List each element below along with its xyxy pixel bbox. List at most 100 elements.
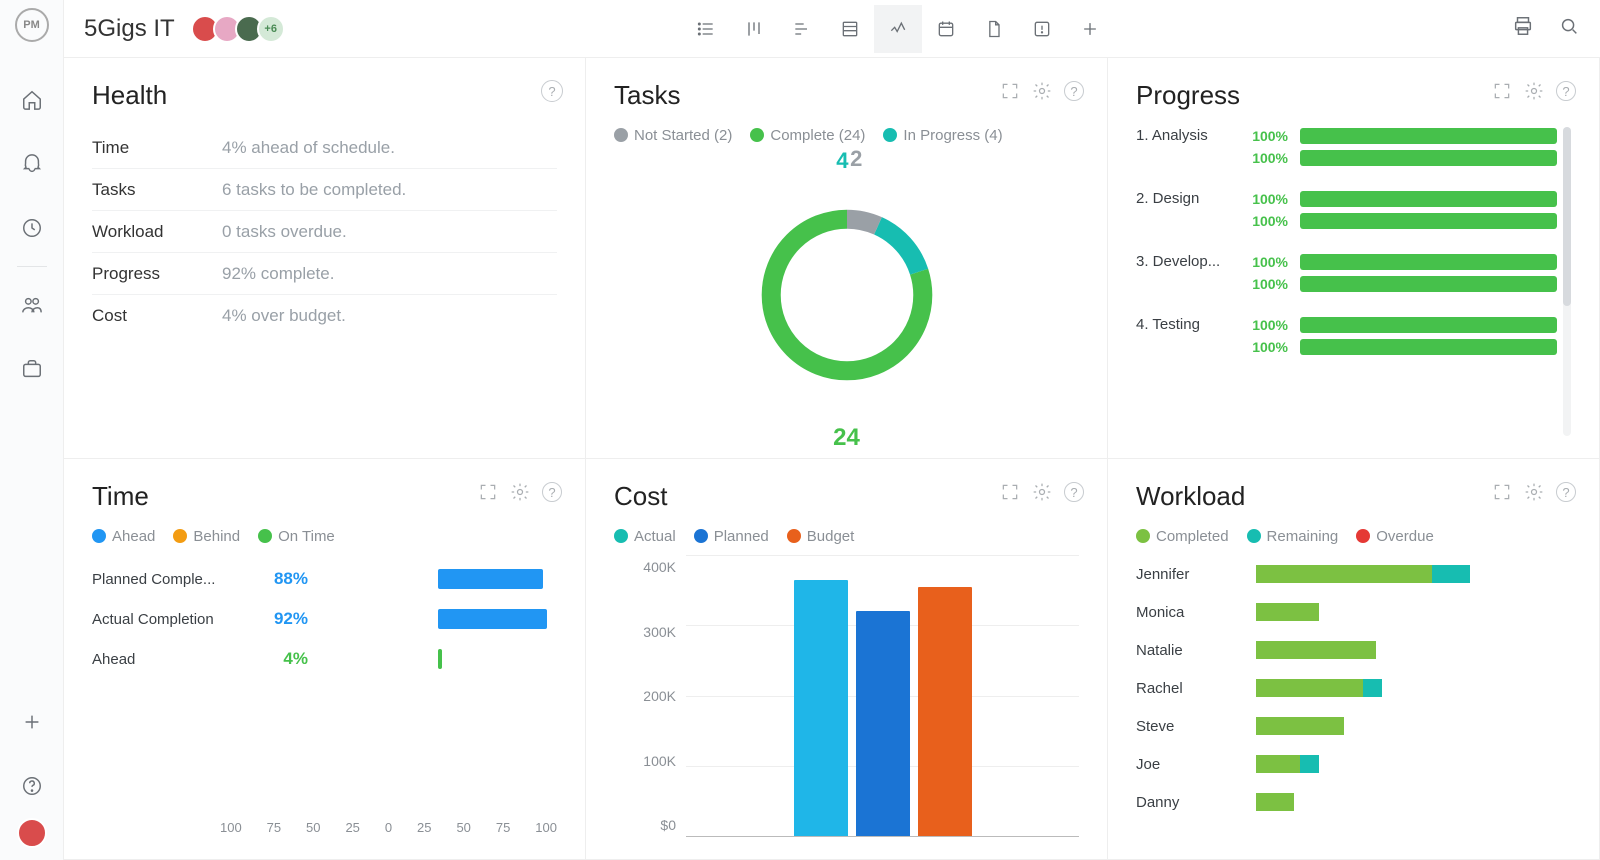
expand-icon[interactable]: [999, 80, 1021, 102]
nav-add-icon[interactable]: [14, 704, 50, 740]
health-key: Workload: [92, 222, 222, 242]
nav-recent-icon[interactable]: [14, 210, 50, 246]
view-calendar-icon[interactable]: [922, 5, 970, 53]
time-row: Ahead4%: [92, 639, 557, 679]
search-icon[interactable]: [1558, 15, 1580, 42]
progress-group: 4. Testing100% 100%: [1136, 316, 1557, 355]
legend-item: Planned: [694, 528, 769, 545]
legend-item: Budget: [787, 528, 855, 545]
card-health: Health ? Time4% ahead of schedule.Tasks6…: [64, 58, 586, 459]
help-icon[interactable]: ?: [1555, 481, 1577, 503]
health-key: Tasks: [92, 180, 222, 200]
donut-count-inprogress: 4: [836, 148, 848, 174]
project-title: 5Gigs IT: [84, 15, 175, 43]
progress-row: 3. Develop...100%: [1136, 253, 1557, 270]
health-key: Cost: [92, 306, 222, 326]
nav-people-icon[interactable]: [14, 287, 50, 323]
workload-row: Monica: [1136, 593, 1571, 631]
user-avatar[interactable]: [17, 818, 47, 848]
progress-row: 100%: [1136, 150, 1557, 166]
nav-portfolio-icon[interactable]: [14, 351, 50, 387]
card-tasks: Tasks ? Not Started (2)Complete (24)In P…: [585, 58, 1108, 459]
health-value: 4% ahead of schedule.: [222, 138, 395, 158]
gear-icon[interactable]: [1031, 80, 1053, 102]
cost-bar: [794, 580, 848, 836]
view-risks-icon[interactable]: [1018, 5, 1066, 53]
card-time: Time ? AheadBehindOn Time Planned Comple…: [64, 458, 586, 860]
view-sheet-icon[interactable]: [826, 5, 874, 53]
help-icon[interactable]: ?: [1555, 80, 1577, 102]
donut-count-complete: 24: [833, 424, 860, 452]
help-icon[interactable]: ?: [541, 481, 563, 503]
legend-item: Overdue: [1356, 528, 1434, 545]
view-dashboard-icon[interactable]: [874, 5, 922, 53]
progress-group: 1. Analysis100%100%: [1136, 127, 1557, 166]
member-avatars[interactable]: +6: [197, 15, 285, 43]
nav-notifications-icon[interactable]: [14, 146, 50, 182]
left-nav-rail: PM: [0, 0, 64, 860]
progress-group: 3. Develop...100% 100%: [1136, 253, 1557, 292]
help-icon[interactable]: ?: [541, 80, 563, 102]
card-progress: Progress ? 1. Analysis100%100%2. Design1…: [1107, 58, 1600, 459]
progress-row: 100%: [1136, 276, 1557, 292]
view-switcher: [303, 5, 1494, 53]
gear-icon[interactable]: [509, 481, 531, 503]
progress-group: 2. Design100% 100%: [1136, 190, 1557, 229]
health-row: Time4% ahead of schedule.: [92, 127, 557, 169]
cost-bar: [856, 611, 910, 836]
progress-row: 2. Design100%: [1136, 190, 1557, 207]
legend-item: Remaining: [1247, 528, 1339, 545]
view-files-icon[interactable]: [970, 5, 1018, 53]
progress-row: 4. Testing100%: [1136, 316, 1557, 333]
card-workload: Workload ? CompletedRemainingOverdue Jen…: [1107, 458, 1600, 860]
health-key: Progress: [92, 264, 222, 284]
workload-row: Joe: [1136, 745, 1571, 783]
nav-home-icon[interactable]: [14, 82, 50, 118]
expand-icon[interactable]: [477, 481, 499, 503]
legend-item: On Time: [258, 528, 335, 545]
help-icon[interactable]: ?: [1063, 80, 1085, 102]
view-gantt-icon[interactable]: [778, 5, 826, 53]
progress-row: 100%: [1136, 213, 1557, 229]
card-title: Health: [92, 80, 557, 111]
time-row: Actual Completion92%: [92, 599, 557, 639]
expand-icon[interactable]: [1491, 481, 1513, 503]
gear-icon[interactable]: [1031, 481, 1053, 503]
progress-body: 1. Analysis100%100%2. Design100%100%3. D…: [1136, 127, 1571, 436]
health-row: Tasks6 tasks to be completed.: [92, 169, 557, 211]
app-logo[interactable]: PM: [15, 8, 49, 42]
progress-row: 100%: [1136, 339, 1557, 355]
cost-legend: Actual Planned Budget: [614, 528, 1079, 545]
donut-count-notstarted: 2: [850, 146, 862, 172]
time-legend: AheadBehindOn Time: [92, 528, 557, 545]
legend-item: Completed: [1136, 528, 1229, 545]
print-icon[interactable]: [1512, 15, 1534, 42]
legend-item: Not Started (2): [614, 127, 732, 144]
legend-item: Actual: [614, 528, 676, 545]
workload-row: Steve: [1136, 707, 1571, 745]
view-add-icon[interactable]: [1066, 5, 1114, 53]
workload-row: Natalie: [1136, 631, 1571, 669]
expand-icon[interactable]: [1491, 80, 1513, 102]
legend-item: Complete (24): [750, 127, 865, 144]
expand-icon[interactable]: [999, 481, 1021, 503]
avatar-more[interactable]: +6: [257, 15, 285, 43]
dashboard-grid: Health ? Time4% ahead of schedule.Tasks6…: [64, 58, 1600, 860]
health-value: 92% complete.: [222, 264, 334, 284]
workload-row: Jennifer: [1136, 555, 1571, 593]
progress-scrollbar[interactable]: [1563, 127, 1571, 436]
time-row: Planned Comple...88%: [92, 559, 557, 599]
legend-item: Behind: [173, 528, 240, 545]
gear-icon[interactable]: [1523, 481, 1545, 503]
cost-bar: [918, 587, 972, 836]
card-cost: Cost ? ActualPlannedBudget 400K300K200K1…: [585, 458, 1108, 860]
tasks-legend: Not Started (2)Complete (24)In Progress …: [614, 127, 1079, 144]
nav-help-icon[interactable]: [14, 768, 50, 804]
health-value: 6 tasks to be completed.: [222, 180, 406, 200]
health-value: 4% over budget.: [222, 306, 346, 326]
help-icon[interactable]: ?: [1063, 481, 1085, 503]
view-board-icon[interactable]: [730, 5, 778, 53]
tasks-donut: 4 2 24: [614, 154, 1079, 436]
view-list-icon[interactable]: [682, 5, 730, 53]
gear-icon[interactable]: [1523, 80, 1545, 102]
